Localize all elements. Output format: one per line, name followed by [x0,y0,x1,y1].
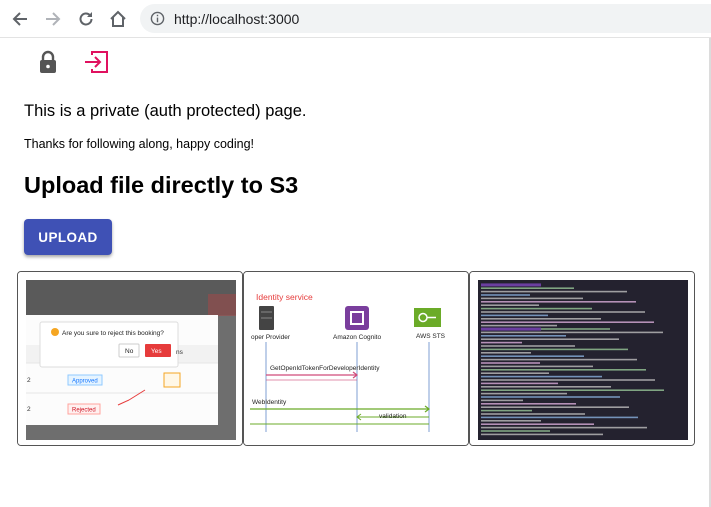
webidentity-label: WebIdentity [252,399,287,406]
token-call-label: GetOpenIdTokenForDeveloperIdentity [270,365,380,372]
terminal-line [481,321,654,323]
upload-button[interactable]: UPLOAD [24,219,112,255]
terminal-prompt [481,327,541,331]
terminal-line [481,287,574,289]
terminal-line [481,345,575,347]
terminal-line [481,348,628,351]
terminal-line [481,358,637,361]
info-icon[interactable] [150,11,165,26]
terminal-line [481,294,530,296]
terminal-line [481,430,550,432]
address-bar[interactable]: http://localhost:3000 [140,4,711,33]
sts-label: AWS STS [416,333,446,340]
terminal-line [481,382,558,385]
forward-button[interactable] [42,8,64,30]
terminal-line [481,396,620,398]
back-button[interactable] [9,8,31,30]
terminal-line [481,341,522,344]
terminal-line [481,355,584,357]
dialog-yes-label: Yes [151,348,162,355]
terminal-line [481,352,531,354]
terminal-line [481,406,629,408]
url-text[interactable]: http://localhost:3000 [174,11,299,27]
thumbnail-booking[interactable]: Are you sure to reject this booking? No … [17,271,243,446]
thanks-text: Thanks for following along, happy coding… [24,137,255,151]
terminal-line [481,420,541,422]
dialog-text: Are you sure to reject this booking? [62,330,164,337]
browser-toolbar: http://localhost:3000 [0,0,711,38]
terminal-line [481,331,663,334]
row-number: 2 [27,377,31,384]
thumbnail-diagram[interactable]: Identity service oper Provider Amazon Co… [243,271,469,446]
terminal-line [481,416,638,419]
terminal-line [481,290,627,293]
terminal-line [481,307,592,310]
cognito-label: Amazon Cognito [333,334,381,341]
page-heading: Upload file directly to S3 [24,172,299,198]
home-button[interactable] [107,8,129,30]
terminal-line [481,338,619,340]
diagram-title: Identity service [256,292,313,302]
terminal-line [481,335,566,337]
terminal-line [481,318,601,320]
terminal-line [481,324,557,327]
private-page-text: This is a private (auth protected) page. [24,102,307,120]
validation-label: validation [379,413,407,420]
terminal-prompt [481,283,541,287]
terminal-line [481,372,549,374]
logout-icon[interactable] [81,49,111,75]
terminal-line [481,386,611,388]
reload-icon [79,12,93,26]
reload-button[interactable] [75,8,97,30]
terminal-line [481,297,583,300]
terminal-line [481,423,594,425]
terminal-line [481,369,646,371]
terminal-line [481,301,636,303]
terminal-line [481,426,647,429]
terminal-line [481,314,548,317]
terminal-line [481,433,603,436]
arrow-right-icon [46,12,61,26]
terminal-line [481,399,523,402]
header-fragment: ns [176,349,184,356]
terminal-line [481,409,532,412]
terminal-line [481,392,567,395]
rejected-badge: Rejected [72,408,96,414]
terminal-line [481,375,602,378]
lock-icon [40,50,56,73]
arrow-left-icon [12,12,27,26]
terminal-line [481,304,539,306]
thumbnail-terminal[interactable] [469,271,695,446]
terminal-line [481,413,585,415]
provider-label: oper Provider [251,334,291,341]
terminal-line [481,389,664,391]
terminal-line [481,362,540,364]
terminal-line [481,403,576,405]
dialog-no-label: No [125,348,134,355]
terminal-line [481,379,655,381]
approved-badge: Approved [72,379,98,385]
home-icon [110,10,126,27]
row-number: 2 [27,406,31,413]
terminal-line [481,311,645,313]
terminal-line [481,365,593,368]
